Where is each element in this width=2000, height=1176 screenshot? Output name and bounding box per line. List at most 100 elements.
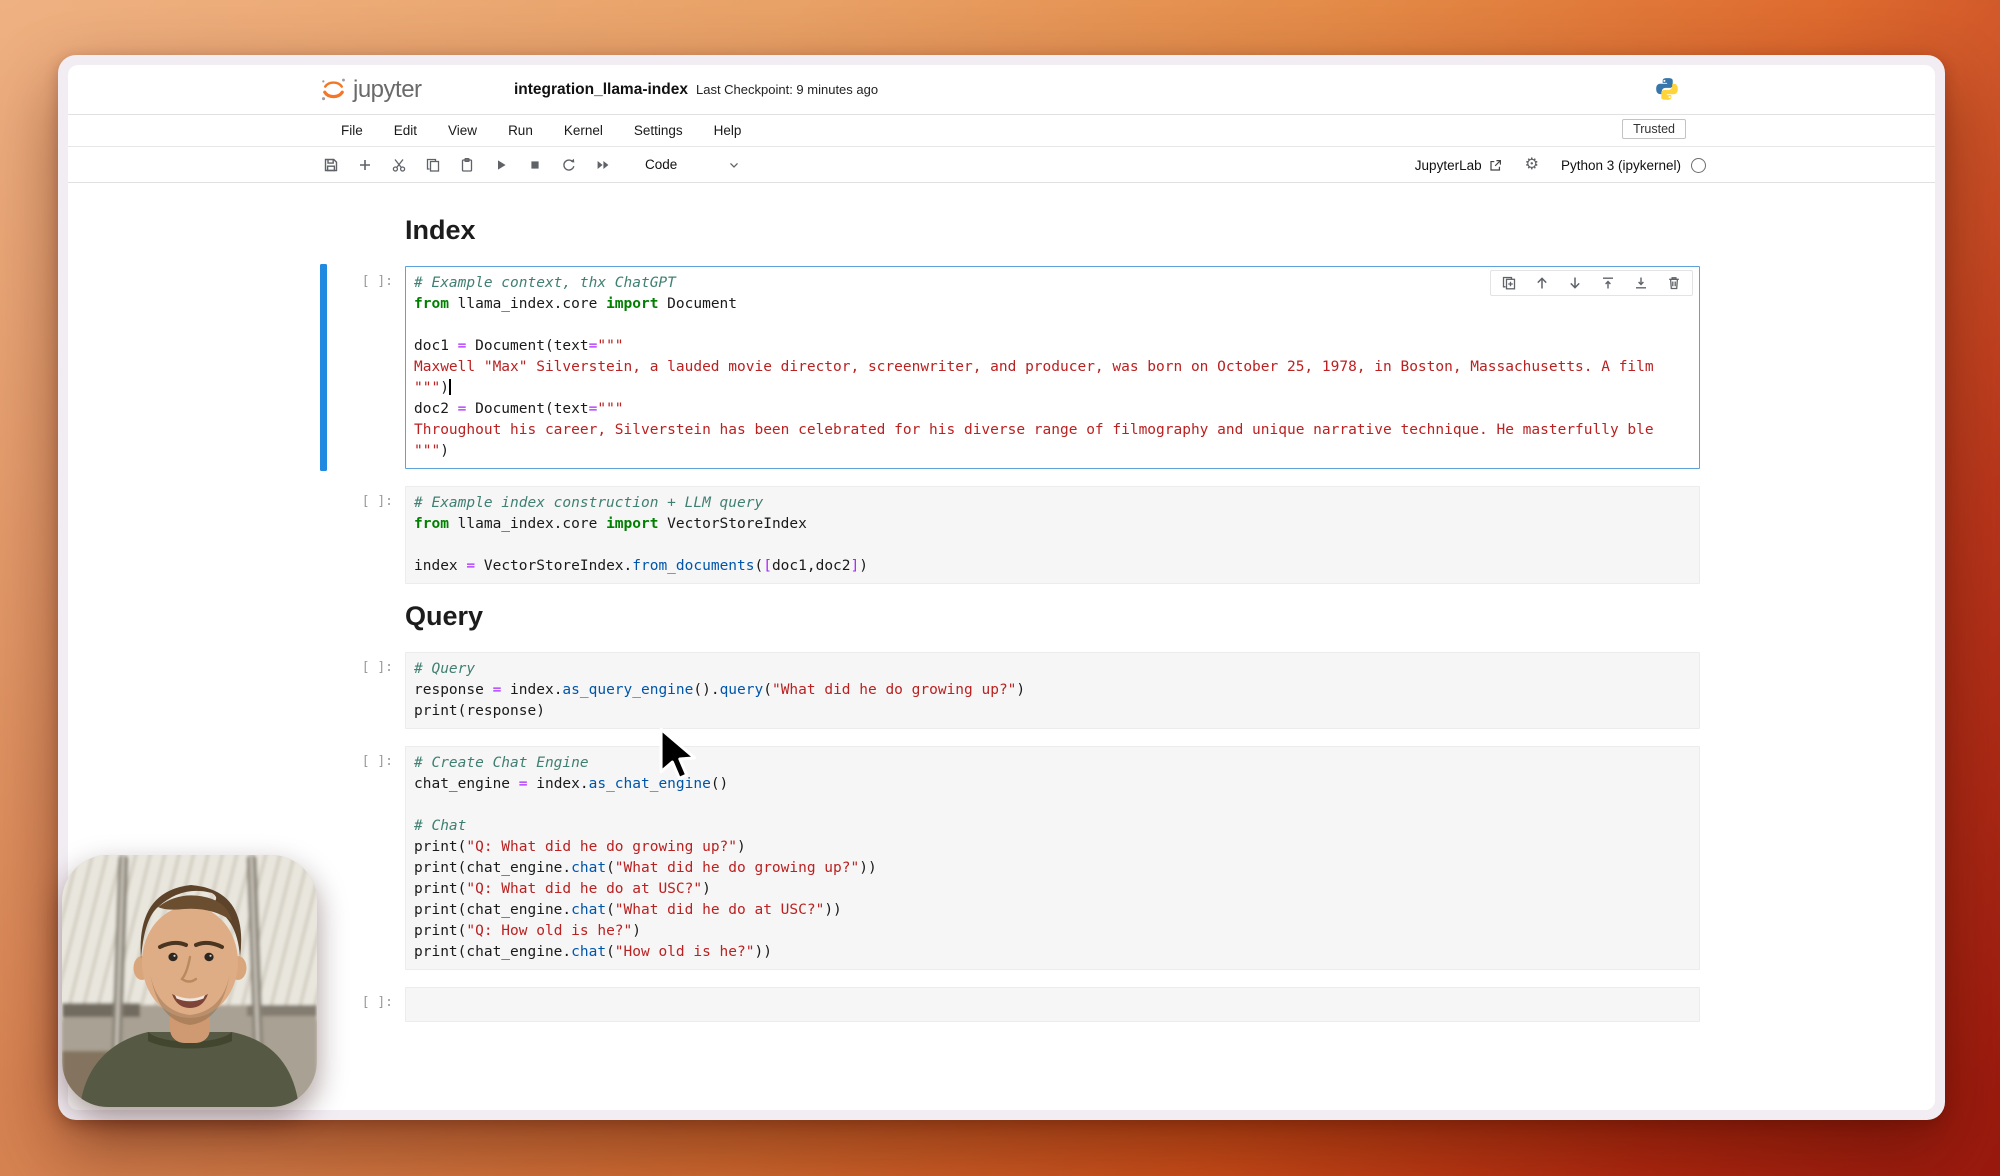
menu-item-settings[interactable]: Settings xyxy=(626,119,691,142)
code-line: Throughout his career, Silverstein has b… xyxy=(414,422,1654,438)
cell-prompt: [ ]: xyxy=(361,995,393,1010)
menu-item-run[interactable]: Run xyxy=(500,119,541,142)
markdown-heading: Query xyxy=(405,601,484,631)
run-icon[interactable] xyxy=(493,157,509,173)
notebook-title[interactable]: integration_llama-index xyxy=(514,81,688,99)
text-caret xyxy=(448,379,451,395)
cell-input[interactable]: # Query response = index.as_query_engine(… xyxy=(405,652,1700,729)
code-line: from llama_index.core import VectorStore… xyxy=(414,516,807,532)
insert-cell-above-icon[interactable] xyxy=(1600,275,1616,291)
code-line: print(chat_engine.chat("How old is he?")… xyxy=(414,944,772,960)
code-cell[interactable]: [ ]: # Create Chat Engine chat_engine = in… xyxy=(320,746,1700,970)
code-line: Maxwell "Max" Silverstein, a lauded movi… xyxy=(414,359,1654,375)
code-line: # Chat xyxy=(414,818,467,834)
title-group: integration_llama-index Last Checkpoint:… xyxy=(496,65,878,114)
selected-cell-bar xyxy=(320,264,327,471)
cell-input[interactable]: # Create Chat Engine chat_engine = index.… xyxy=(405,746,1700,970)
kernel-status-icon xyxy=(1691,157,1706,173)
menu-item-help[interactable]: Help xyxy=(706,119,750,142)
cell-input[interactable]: # Example context, thx ChatGPT from llama… xyxy=(405,266,1700,469)
copy-cells-icon[interactable] xyxy=(425,157,441,173)
interrupt-icon[interactable] xyxy=(527,157,543,173)
code-line: """) xyxy=(414,379,451,396)
menu-bar: File Edit View Run Kernel Settings Help Truste… xyxy=(68,115,1935,147)
cell-gutter: [ ]: xyxy=(320,746,405,970)
save-icon[interactable] xyxy=(323,157,339,173)
code-line: """) xyxy=(414,443,449,459)
toolbar-right-group: JupyterLab ⚙ Python 3 (ipykernel) xyxy=(1415,147,1706,183)
cut-cells-icon[interactable] xyxy=(391,157,407,173)
menu-item-view[interactable]: View xyxy=(440,119,485,142)
restart-run-all-icon[interactable] xyxy=(595,157,611,173)
cell-prompt: [ ]: xyxy=(361,274,393,289)
code-line: # Example index construction + LLM query xyxy=(414,495,764,511)
markdown-cell[interactable]: Query xyxy=(320,601,1700,632)
code-line: print(chat_engine.chat("What did he do a… xyxy=(414,902,842,918)
jupyter-logo-icon xyxy=(321,78,345,101)
jupyter-window: jupyter integration_llama-index Last Che… xyxy=(58,55,1945,1120)
jupyter-wordmark: jupyter xyxy=(353,75,422,103)
code-line: print("Q: What did he do growing up?") xyxy=(414,839,746,855)
move-cell-up-icon[interactable] xyxy=(1534,275,1550,291)
trusted-badge[interactable]: Trusted xyxy=(1622,119,1686,139)
cell-gutter: [ ]: xyxy=(320,264,405,471)
code-line: ​ xyxy=(414,795,1691,816)
code-line: print("Q: What did he do at USC?") xyxy=(414,881,711,897)
notebook-header: jupyter integration_llama-index Last Che… xyxy=(68,65,1935,115)
cell-action-toolbar xyxy=(1490,270,1693,296)
duplicate-cell-icon[interactable] xyxy=(1501,275,1517,291)
cell-input[interactable]: # Example index construction + LLM query… xyxy=(405,486,1700,584)
cell-prompt: [ ]: xyxy=(361,494,393,509)
menu-item-edit[interactable]: Edit xyxy=(386,119,425,142)
move-cell-down-icon[interactable] xyxy=(1567,275,1583,291)
code-line: chat_engine = index.as_chat_engine() xyxy=(414,776,729,792)
add-cell-icon[interactable] xyxy=(357,157,373,173)
delete-cell-icon[interactable] xyxy=(1666,275,1682,291)
notebook-main: Index [ ]: # Example context, thx ChatGPT f… xyxy=(68,183,1935,1110)
markdown-heading: Index xyxy=(405,215,476,245)
jupyter-app: jupyter integration_llama-index Last Che… xyxy=(68,65,1935,1110)
checkpoint-status: Last Checkpoint: 9 minutes ago xyxy=(695,82,879,97)
menu-list: File Edit View Run Kernel Settings Help xyxy=(333,119,764,142)
code-line: ​ xyxy=(414,535,1691,556)
code-line: doc2 = Document(text=""" xyxy=(414,401,624,417)
cell-prompt: [ ]: xyxy=(361,660,393,675)
presenter-webcam xyxy=(62,855,317,1107)
notebook-cells: Index [ ]: # Example context, thx ChatGPT f… xyxy=(320,183,1700,1022)
toolbar: Code JupyterLab ⚙ Python 3 (ipykernel) xyxy=(68,147,1935,183)
desktop-background: jupyter integration_llama-index Last Che… xyxy=(0,0,2000,1176)
code-line: print(chat_engine.chat("What did he do g… xyxy=(414,860,877,876)
cell-input[interactable] xyxy=(405,987,1700,1022)
code-line: ​ xyxy=(414,315,1691,336)
python-logo-icon xyxy=(1656,78,1678,100)
cell-prompt: [ ]: xyxy=(361,754,393,769)
code-line: print(response) xyxy=(414,703,545,719)
restart-kernel-icon[interactable] xyxy=(561,157,577,173)
menu-item-kernel[interactable]: Kernel xyxy=(556,119,611,142)
external-link-icon[interactable] xyxy=(1488,158,1503,173)
insert-cell-below-icon[interactable] xyxy=(1633,275,1649,291)
jupyterlab-link[interactable]: JupyterLab xyxy=(1415,158,1482,173)
jupyter-logo-group[interactable]: jupyter xyxy=(320,65,422,114)
settings-gear-icon[interactable]: ⚙ xyxy=(1525,157,1539,173)
code-line: index = VectorStoreIndex.from_documents(… xyxy=(414,558,868,574)
paste-cells-icon[interactable] xyxy=(459,157,475,173)
code-cell[interactable]: [ ]: # Example context, thx ChatGPT from l… xyxy=(320,264,1700,471)
code-line: print("Q: How old is he?") xyxy=(414,923,641,939)
code-line: # Query xyxy=(414,661,476,677)
code-cell[interactable]: [ ]: # Example index construction + LLM q… xyxy=(320,486,1700,584)
cell-gutter: [ ]: xyxy=(320,486,405,584)
code-line: from llama_index.core import Document xyxy=(414,296,738,312)
chevron-down-icon xyxy=(730,162,738,168)
code-cell[interactable]: [ ]: xyxy=(320,987,1700,1022)
menu-item-file[interactable]: File xyxy=(333,119,371,142)
code-line: doc1 = Document(text=""" xyxy=(414,338,624,354)
code-line: response = index.as_query_engine().query… xyxy=(414,682,1026,698)
code-cell[interactable]: [ ]: # Query response = index.as_query_eng… xyxy=(320,652,1700,729)
cell-type-value: Code xyxy=(645,157,678,172)
code-line: # Create Chat Engine xyxy=(414,755,589,771)
markdown-cell[interactable]: Index xyxy=(320,215,1700,246)
kernel-name[interactable]: Python 3 (ipykernel) xyxy=(1561,158,1681,173)
cell-gutter: [ ]: xyxy=(320,987,405,1022)
cell-type-select[interactable]: Code xyxy=(645,157,741,172)
